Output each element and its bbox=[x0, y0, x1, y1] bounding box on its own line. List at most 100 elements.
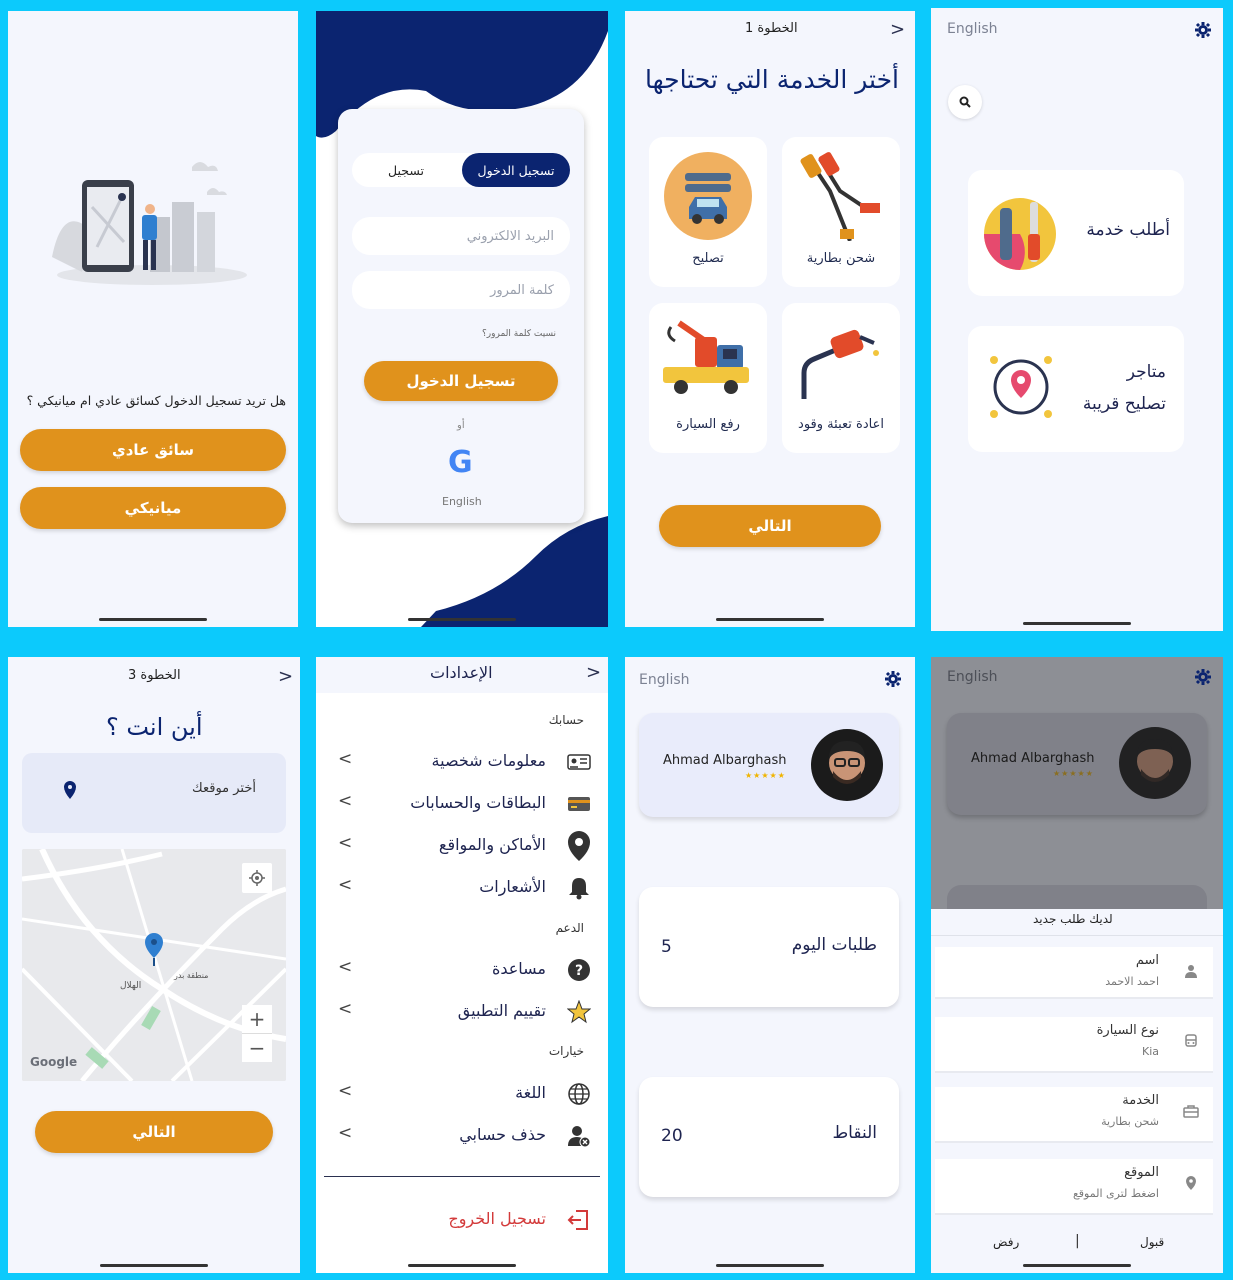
row-label: الموقع bbox=[1124, 1165, 1159, 1180]
email-field[interactable]: البريد الالكتروني bbox=[352, 217, 570, 255]
login-button[interactable]: تسجيل الدخول bbox=[364, 361, 558, 401]
star-icon bbox=[566, 999, 592, 1025]
home-indicator bbox=[408, 618, 516, 621]
settings-item-label: البطاقات والحسابات bbox=[410, 793, 546, 812]
repair-icon bbox=[664, 152, 752, 240]
mechanic-button[interactable]: ميانيكي bbox=[20, 487, 286, 529]
map-marker-icon bbox=[145, 933, 163, 966]
language-link[interactable]: English bbox=[442, 495, 482, 508]
logout-label[interactable]: تسجيل الخروج bbox=[448, 1209, 546, 1228]
google-icon[interactable]: G bbox=[448, 445, 473, 480]
divider bbox=[324, 1176, 600, 1177]
chevron-left-icon: < bbox=[338, 999, 353, 1019]
logout-icon[interactable] bbox=[566, 1208, 590, 1232]
accept-button[interactable]: قبول bbox=[1140, 1235, 1164, 1249]
profile-card[interactable]: Ahmad Albarghash ★★★★★ bbox=[639, 713, 899, 817]
auth-tabs: تسجيل الدخول تسجيل bbox=[352, 153, 570, 187]
search-button[interactable] bbox=[948, 85, 982, 119]
points-label: النقاط bbox=[832, 1123, 877, 1143]
home-indicator bbox=[408, 1264, 516, 1267]
password-field[interactable]: كلمة المرور bbox=[352, 271, 570, 309]
crosshair-icon bbox=[249, 870, 265, 886]
back-chevron-icon[interactable]: > bbox=[278, 666, 293, 687]
forgot-password-link[interactable]: نسيت كلمة المرور؟ bbox=[482, 329, 556, 339]
zoom-out-button[interactable]: − bbox=[242, 1033, 272, 1062]
driver-button[interactable]: سائق عادي bbox=[20, 429, 286, 471]
request-row-name: اسم احمد الاحمد bbox=[935, 947, 1213, 999]
google-logo: Google bbox=[30, 1055, 78, 1069]
gear-icon[interactable] bbox=[1195, 22, 1211, 38]
screen-login: تسجيل الدخول تسجيل البريد الالكتروني كلم… bbox=[316, 11, 608, 627]
request-row-location[interactable]: الموقع اضغط لترى الموقع bbox=[935, 1159, 1213, 1215]
back-chevron-icon[interactable]: > bbox=[890, 19, 905, 40]
next-button[interactable]: التالي bbox=[35, 1111, 273, 1153]
language-toggle[interactable]: English bbox=[639, 672, 690, 688]
map-view[interactable]: الهلال منطقة بدر + − Google bbox=[22, 849, 286, 1081]
card-label-line2: تصليح قريبة bbox=[1082, 394, 1166, 414]
row-value: Kia bbox=[1141, 1045, 1159, 1058]
settings-item-personal[interactable]: < معلومات شخصية bbox=[316, 745, 608, 781]
action-divider: | bbox=[1075, 1233, 1080, 1249]
chevron-left-icon: < bbox=[338, 749, 353, 769]
screen-home-driver: English أطلب خدمة متاجر تصليح قريبة bbox=[931, 8, 1223, 631]
tab-register[interactable]: تسجيل bbox=[352, 153, 460, 187]
service-fuel[interactable]: اعادة تعبئة وقود bbox=[782, 303, 900, 453]
settings-item-help[interactable]: < مساعدة ? bbox=[316, 953, 608, 989]
section-account: حسابك bbox=[548, 713, 584, 727]
chevron-left-icon: < bbox=[338, 957, 353, 977]
gear-icon[interactable] bbox=[885, 671, 901, 687]
settings-item-rate[interactable]: < تقييم التطبيق bbox=[316, 995, 608, 1031]
tab-login[interactable]: تسجيل الدخول bbox=[462, 153, 570, 187]
gear-icon[interactable] bbox=[1195, 669, 1211, 685]
tow-truck-icon bbox=[663, 320, 749, 394]
language-toggle[interactable]: English bbox=[947, 669, 998, 685]
settings-item-notifications[interactable]: < الأشعارات bbox=[316, 871, 608, 907]
choose-location-box[interactable]: أختر موقعك bbox=[22, 753, 286, 833]
screen-new-request: English Ahmad Albarghash ★★★★★ لديك طلب … bbox=[931, 657, 1223, 1273]
settings-item-language[interactable]: < اللغة bbox=[316, 1077, 608, 1113]
settings-item-label: تقييم التطبيق bbox=[457, 1001, 546, 1020]
row-label: الخدمة bbox=[1122, 1093, 1159, 1108]
today-orders-card: طلبات اليوم 5 bbox=[639, 887, 899, 1007]
search-icon bbox=[959, 96, 971, 108]
user-remove-icon bbox=[566, 1123, 592, 1149]
row-label: نوع السيارة bbox=[1096, 1023, 1159, 1038]
service-label: شحن بطارية bbox=[806, 251, 876, 266]
today-orders-value: 5 bbox=[661, 937, 672, 957]
chevron-left-icon: < bbox=[338, 875, 353, 895]
request-service-card[interactable]: أطلب خدمة bbox=[968, 170, 1184, 296]
settings-item-delete-account[interactable]: < حذف حسابي bbox=[316, 1119, 608, 1155]
service-label: رفع السيارة bbox=[676, 417, 740, 432]
id-card-icon bbox=[566, 749, 592, 775]
sheet-title: لديك طلب جديد bbox=[1033, 912, 1113, 926]
help-icon: ? bbox=[566, 957, 592, 983]
back-chevron-icon[interactable]: > bbox=[586, 662, 601, 683]
screen-choose-service: الخطوة 1 > أختر الخدمة التي تحتاجها تصلي… bbox=[625, 11, 915, 627]
person-icon bbox=[1185, 965, 1197, 978]
tools-icon bbox=[984, 198, 1056, 270]
rating-stars: ★★★★★ bbox=[745, 771, 786, 780]
next-button[interactable]: التالي bbox=[659, 505, 881, 547]
request-row-service: الخدمة شحن بطارية bbox=[935, 1087, 1213, 1143]
credit-card-icon bbox=[566, 791, 592, 817]
zoom-in-button[interactable]: + bbox=[242, 1005, 272, 1033]
row-value[interactable]: اضغط لترى الموقع bbox=[1073, 1187, 1159, 1200]
language-toggle[interactable]: English bbox=[947, 21, 998, 37]
my-location-button[interactable] bbox=[242, 863, 272, 893]
page-title: الإعدادات bbox=[430, 663, 493, 682]
service-battery[interactable]: شحن بطارية bbox=[782, 137, 900, 287]
service-label: اعادة تعبئة وقود bbox=[798, 417, 884, 432]
nearby-shops-card[interactable]: متاجر تصليح قريبة bbox=[968, 326, 1184, 452]
chevron-left-icon: < bbox=[338, 833, 353, 853]
service-label: تصليح bbox=[692, 251, 724, 266]
location-pin-icon bbox=[64, 781, 76, 799]
city-map-illustration bbox=[52, 162, 247, 285]
screen-location: الخطوة 3 > أين انت ؟ أختر موقعك الهلال م… bbox=[8, 657, 300, 1273]
service-tow[interactable]: رفع السيارة bbox=[649, 303, 767, 453]
avatar bbox=[811, 729, 883, 801]
service-repair[interactable]: تصليح bbox=[649, 137, 767, 287]
settings-item-places[interactable]: < الأماكن والمواقع bbox=[316, 829, 608, 865]
settings-item-cards[interactable]: < البطاقات والحسابات bbox=[316, 787, 608, 823]
chevron-left-icon: < bbox=[338, 1123, 353, 1143]
reject-button[interactable]: رفض bbox=[993, 1235, 1019, 1249]
